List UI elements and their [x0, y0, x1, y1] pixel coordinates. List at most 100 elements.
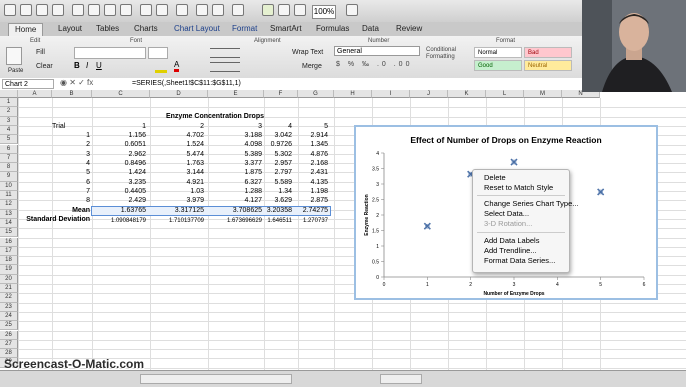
row-header[interactable]: 18 [0, 256, 18, 266]
tab-formulas[interactable]: Formulas [310, 23, 355, 35]
menu-item-delete[interactable]: Delete [484, 173, 506, 182]
gallery-icon[interactable] [262, 4, 274, 16]
style-neutral[interactable]: Neutral [524, 60, 572, 71]
row-header[interactable]: 9 [0, 172, 18, 182]
column-header[interactable]: G [298, 90, 334, 98]
style-bad[interactable]: Bad [524, 47, 572, 58]
fill-button[interactable]: Fill [36, 48, 45, 58]
row-header[interactable]: 19 [0, 265, 18, 275]
help-icon[interactable] [346, 4, 358, 16]
fill-color-icon[interactable] [155, 61, 167, 73]
wrap-text-button[interactable]: Wrap Text [292, 48, 323, 58]
save-icon[interactable] [36, 4, 48, 16]
sd-value[interactable]: 1.270737 [298, 216, 328, 226]
format-painter-icon[interactable] [120, 4, 132, 16]
style-good[interactable]: Good [474, 60, 522, 71]
mean-value[interactable]: 1.63765 [116, 206, 146, 216]
paste-icon[interactable] [104, 4, 116, 16]
column-header[interactable]: I [372, 90, 410, 98]
trial-value[interactable]: 2.429 [116, 196, 146, 206]
column-header[interactable]: F [264, 90, 298, 98]
column-header[interactable]: H [334, 90, 372, 98]
sd-value[interactable]: 1.673696629 [216, 216, 262, 226]
column-header[interactable]: M [524, 90, 562, 98]
font-size-select[interactable] [148, 47, 168, 59]
trial-value[interactable]: 4.127 [232, 196, 262, 206]
row-header[interactable]: 11 [0, 191, 18, 201]
paste-button[interactable]: Paste [8, 66, 23, 76]
menu-item-add-trendline[interactable]: Add Trendline... [484, 246, 537, 255]
redo-icon[interactable] [156, 4, 168, 16]
cut-icon[interactable] [72, 4, 84, 16]
row-header[interactable]: 1 [0, 98, 18, 108]
row-header[interactable]: 5 [0, 135, 18, 145]
merge-button[interactable]: Merge [302, 62, 322, 72]
tab-tables[interactable]: Tables [90, 23, 125, 35]
mean-value[interactable]: 3.708625 [232, 206, 262, 216]
tab-layout[interactable]: Layout [52, 23, 88, 35]
clear-button[interactable]: Clear [36, 62, 53, 72]
row-header[interactable]: 27 [0, 339, 18, 350]
undo-icon[interactable] [140, 4, 152, 16]
formula-input[interactable]: =SERIES(,Sheet1!$C$11:$G$11,1) [132, 79, 241, 89]
italic-icon[interactable]: I [86, 61, 88, 70]
column-header[interactable]: D [150, 90, 208, 98]
number-format-select[interactable]: General [334, 46, 420, 56]
menu-item-select-data[interactable]: Select Data... [484, 209, 529, 218]
menu-item-add-data-labels[interactable]: Add Data Labels [484, 236, 539, 245]
menu-item-change-chart-type[interactable]: Change Series Chart Type... [484, 199, 579, 208]
sd-value[interactable]: 1.646511 [262, 216, 292, 226]
print-icon[interactable] [52, 4, 64, 16]
align-icon[interactable] [210, 48, 240, 58]
tab-review[interactable]: Review [390, 23, 428, 35]
row-header[interactable]: 6 [0, 144, 18, 154]
tab-format[interactable]: Format [226, 23, 263, 35]
row-header[interactable]: 20 [0, 274, 18, 284]
sort-descending-icon[interactable] [212, 4, 224, 16]
sd-value[interactable]: 1.090848179 [100, 216, 146, 226]
row-header[interactable]: 24 [0, 311, 18, 322]
row-header[interactable]: 7 [0, 153, 18, 164]
column-header[interactable]: E [208, 90, 264, 98]
tab-data[interactable]: Data [356, 23, 385, 35]
font-color-icon[interactable]: A [174, 61, 180, 72]
autosum-icon[interactable] [176, 4, 188, 16]
zoom-field[interactable]: 100% [312, 5, 336, 19]
number-format-buttons[interactable]: $ % ‰ .0 .00 [336, 61, 416, 70]
row-header[interactable]: 10 [0, 181, 18, 191]
row-header[interactable]: 16 [0, 237, 18, 247]
name-box[interactable]: Chart 2 [2, 79, 54, 89]
column-header[interactable]: K [448, 90, 486, 98]
row-header[interactable]: 21 [0, 284, 18, 294]
mean-value[interactable]: 3.20358 [264, 206, 292, 216]
font-name-select[interactable] [74, 47, 146, 59]
conditional-formatting-button[interactable]: Conditional Formatting [426, 47, 456, 61]
trial-number[interactable]: 8 [56, 196, 90, 206]
column-header[interactable]: J [410, 90, 448, 98]
tab-chart-layout[interactable]: Chart Layout [168, 23, 226, 35]
row-header[interactable]: 2 [0, 107, 18, 117]
indent-icon[interactable] [210, 62, 240, 72]
filter-icon[interactable] [232, 4, 244, 16]
select-all-corner[interactable] [0, 90, 18, 98]
open-icon[interactable] [20, 4, 32, 16]
new-icon[interactable] [4, 4, 16, 16]
row-header[interactable]: 26 [0, 330, 18, 340]
row-header[interactable]: 15 [0, 228, 18, 238]
trial-value[interactable]: 3.979 [174, 196, 204, 206]
column-header[interactable]: C [92, 90, 150, 98]
underline-icon[interactable]: U [96, 61, 102, 70]
row-header[interactable]: 23 [0, 302, 18, 312]
menu-item-reset-style[interactable]: Reset to Match Style [484, 183, 553, 192]
column-header[interactable]: B [52, 90, 92, 98]
menu-item-format-data-series[interactable]: Format Data Series... [484, 256, 555, 265]
bold-icon[interactable]: B [74, 61, 80, 70]
row-header[interactable]: 8 [0, 163, 18, 173]
row-header[interactable]: 14 [0, 218, 18, 229]
row-header[interactable]: 4 [0, 125, 18, 136]
formula-controls-icon[interactable]: ◉ ✕ ✓ fx [60, 78, 93, 87]
row-header[interactable]: 22 [0, 293, 18, 303]
sd-value[interactable]: 1.710137709 [158, 216, 204, 226]
trial-value[interactable]: 2.875 [302, 196, 328, 206]
paste-clipboard-icon[interactable] [6, 47, 22, 65]
